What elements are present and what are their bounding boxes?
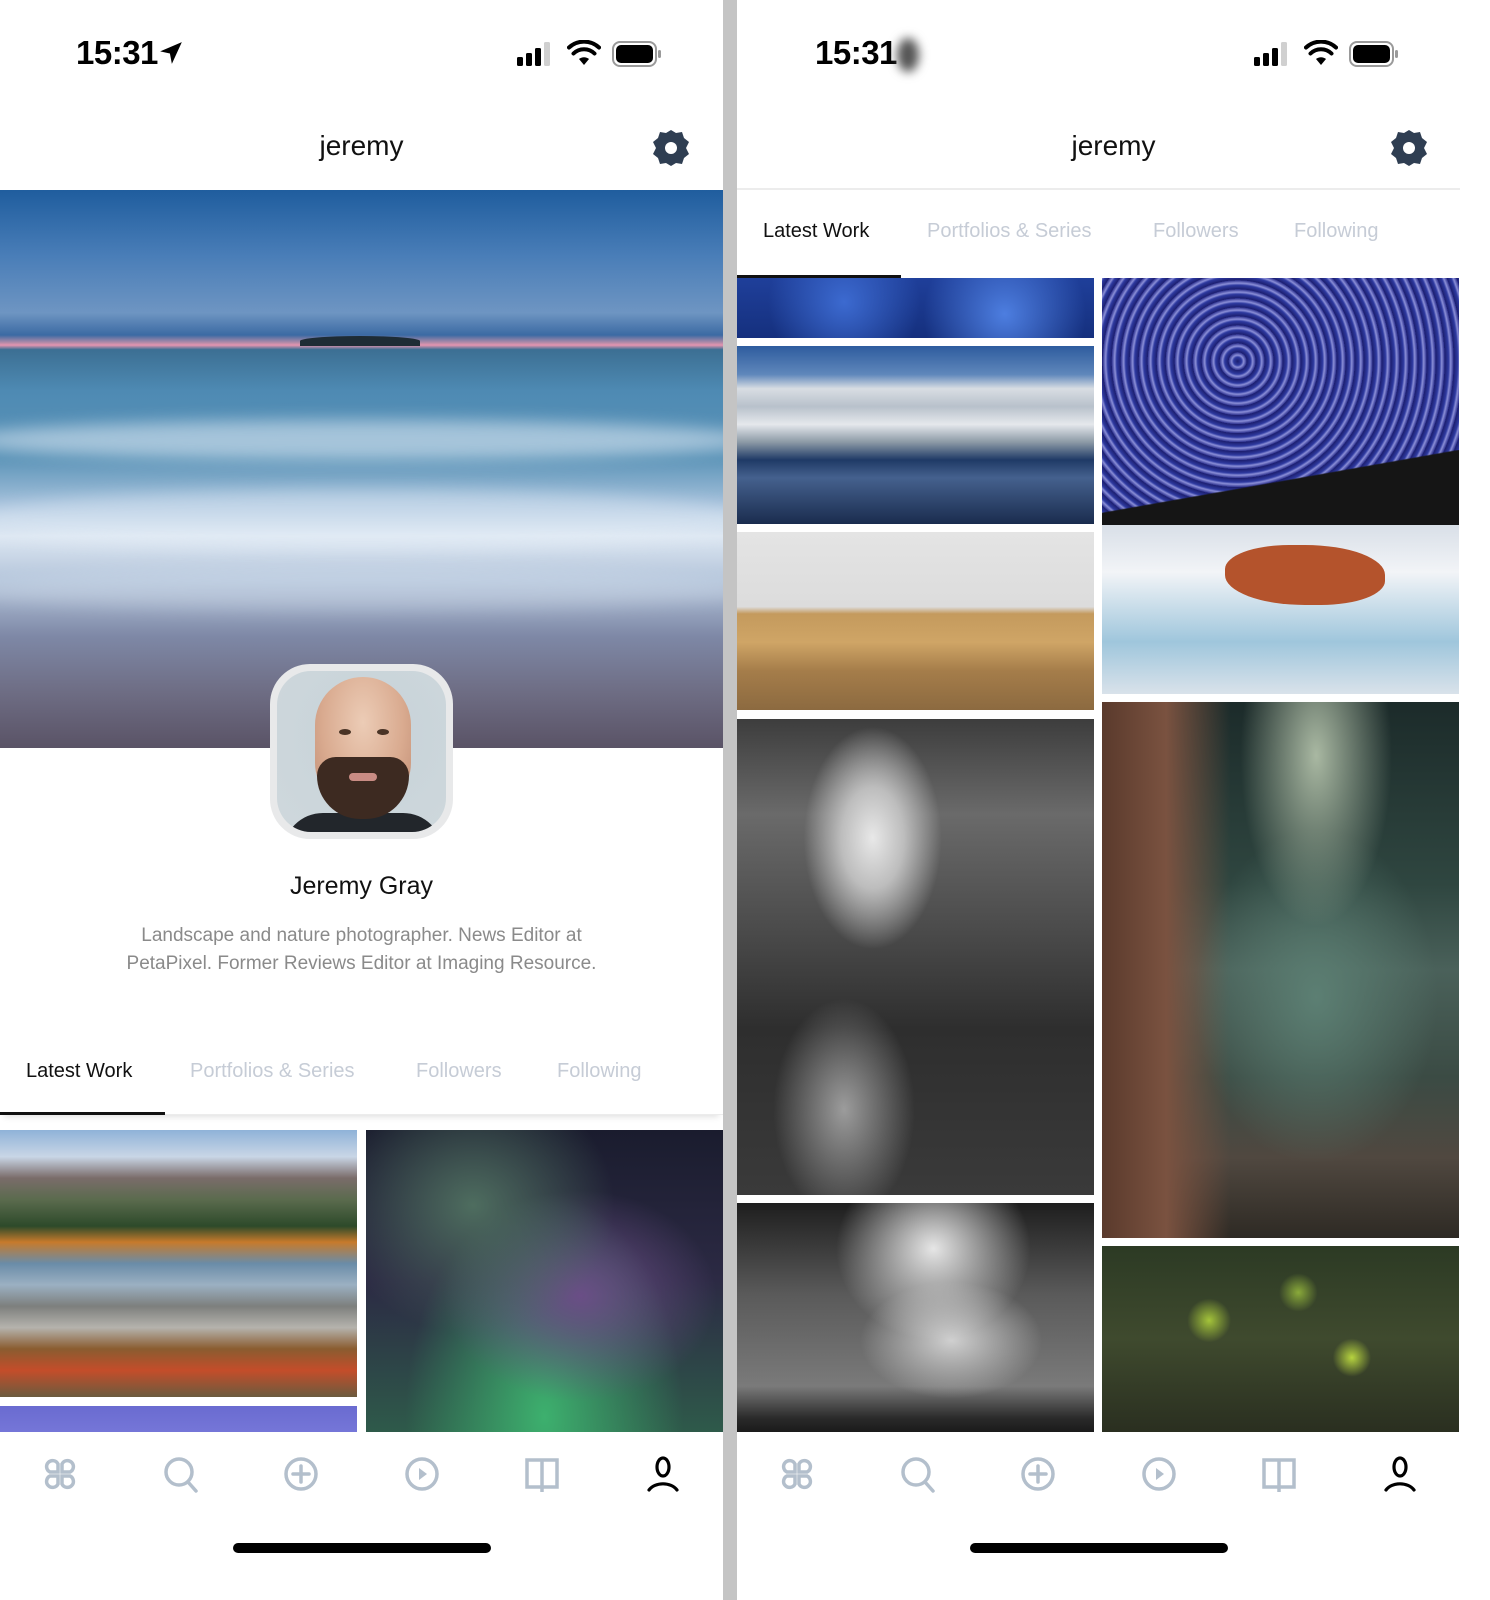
- cover-island: [300, 336, 420, 346]
- bottom-tab-bar: [737, 1432, 1490, 1522]
- person-icon[interactable]: [1380, 1454, 1420, 1494]
- search-icon[interactable]: [898, 1454, 938, 1494]
- person-icon[interactable]: [643, 1454, 683, 1494]
- signal-icon: [1254, 42, 1287, 66]
- blurred-status-indicator: [897, 38, 919, 72]
- add-circle-icon[interactable]: [1018, 1454, 1058, 1494]
- phone-screen-profile-top: 15:31 jeremy Jeremy Gray Landscape and n…: [0, 0, 723, 1600]
- tab-portfolios-series[interactable]: Portfolios & Series: [927, 220, 1092, 243]
- home-indicator: [233, 1543, 491, 1553]
- battery-icon: [1349, 41, 1398, 67]
- photo-tile[interactable]: [737, 278, 1094, 338]
- bottom-tab-bar: [0, 1432, 723, 1522]
- book-icon[interactable]: [1259, 1454, 1299, 1494]
- screenshot-composite: 15:31 jeremy Jeremy Gray Landscape and n…: [0, 0, 1490, 1600]
- feed-icon[interactable]: [40, 1454, 80, 1494]
- gear-icon[interactable]: [651, 128, 691, 168]
- photo-tile[interactable]: [0, 1130, 357, 1397]
- tab-latest-work[interactable]: Latest Work: [763, 220, 869, 243]
- tab-latest-work[interactable]: Latest Work: [26, 1060, 132, 1083]
- photo-tile[interactable]: [737, 719, 1094, 1195]
- avatar[interactable]: [270, 664, 453, 839]
- search-icon[interactable]: [161, 1454, 201, 1494]
- photo-tile[interactable]: [737, 532, 1094, 710]
- photo-tile[interactable]: [1102, 1246, 1459, 1432]
- status-bar: 15:31: [0, 0, 723, 100]
- photo-tile-mountain: [1102, 450, 1459, 525]
- nav-header: jeremy: [737, 110, 1460, 190]
- phone-screen-profile-scrolled: 15:31 jeremy Latest Work Portfolios & Se…: [737, 0, 1490, 1600]
- tab-following[interactable]: Following: [1294, 220, 1378, 243]
- cover-wave: [0, 570, 723, 610]
- battery-icon: [612, 41, 661, 67]
- active-tab-indicator: [0, 1112, 165, 1115]
- photo-tile[interactable]: [737, 346, 1094, 524]
- profile-bio: Landscape and nature photographer. News …: [126, 925, 597, 974]
- gear-icon[interactable]: [1389, 128, 1429, 168]
- feed-icon[interactable]: [777, 1454, 817, 1494]
- play-circle-icon[interactable]: [1139, 1454, 1179, 1494]
- profile-name: Jeremy Gray: [289, 872, 434, 900]
- avatar-photo: [277, 671, 446, 832]
- photo-tile[interactable]: [366, 1130, 723, 1432]
- status-time: 15:31: [76, 34, 158, 71]
- cover-wave: [0, 420, 723, 460]
- tab-portfolios-series[interactable]: Portfolios & Series: [190, 1060, 355, 1083]
- status-bar: 15:31: [737, 0, 1490, 100]
- book-icon[interactable]: [522, 1454, 562, 1494]
- profile-tabs: Latest Work Portfolios & Series Follower…: [737, 210, 1490, 278]
- photo-tile-rocks: [1225, 545, 1385, 605]
- tab-followers[interactable]: Followers: [416, 1060, 502, 1083]
- play-circle-icon[interactable]: [402, 1454, 442, 1494]
- home-indicator: [970, 1543, 1228, 1553]
- username-title: jeremy: [319, 130, 404, 161]
- signal-icon: [517, 42, 550, 66]
- add-circle-icon[interactable]: [281, 1454, 321, 1494]
- location-arrow-icon: [160, 42, 182, 64]
- username-title: jeremy: [1071, 130, 1156, 161]
- cover-wave: [0, 490, 723, 550]
- tab-followers[interactable]: Followers: [1153, 220, 1239, 243]
- tab-following[interactable]: Following: [557, 1060, 641, 1083]
- profile-tabs: Latest Work Portfolios & Series Follower…: [0, 1050, 723, 1115]
- photo-tile[interactable]: [1102, 702, 1459, 1238]
- photo-tile[interactable]: [0, 1406, 357, 1432]
- photo-tile[interactable]: [737, 1203, 1094, 1432]
- status-time: 15:31: [815, 34, 897, 71]
- wifi-icon: [1304, 40, 1338, 65]
- nav-header: jeremy: [0, 110, 723, 190]
- wifi-icon: [567, 40, 601, 65]
